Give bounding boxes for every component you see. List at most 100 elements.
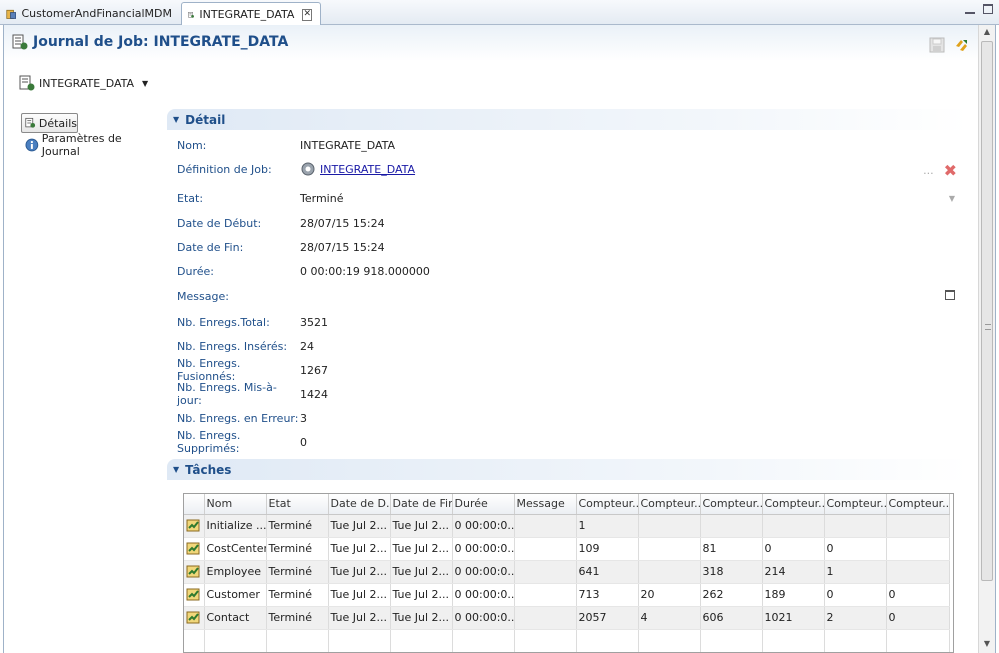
table-cell: 0 — [886, 606, 950, 630]
nav-item-details[interactable]: Détails — [21, 113, 78, 133]
column-header[interactable] — [184, 494, 205, 515]
column-header[interactable]: Date de D... — [328, 494, 391, 515]
table-row[interactable]: Employee Terminé Tue Jul 2... Tue Jul 2... 0… — [184, 560, 950, 584]
close-icon[interactable]: ✕ — [302, 8, 312, 21]
field-duree: Durée: 0 00:00:19 918.000000 — [177, 263, 967, 279]
field-errors: Nb. Enregs. en Erreur: 3 — [177, 410, 967, 426]
scroll-thumb[interactable] — [981, 41, 993, 581]
job-log-icon — [12, 34, 28, 50]
scroll-up-icon[interactable]: ▲ — [981, 27, 993, 39]
table-cell: Tue Jul 2... — [390, 583, 453, 607]
field-value: 28/07/15 15:24 — [300, 240, 385, 254]
scroll-down-icon[interactable]: ▼ — [981, 639, 993, 651]
field-value: 1424 — [300, 387, 328, 401]
vertical-scrollbar[interactable]: ▲ ▼ — [978, 25, 995, 653]
table-cell: 2 — [824, 606, 887, 630]
column-header[interactable]: Compteur... — [638, 494, 701, 515]
field-label: Durée: — [177, 264, 214, 278]
tab-integrate-data[interactable]: INTEGRATE_DATA ✕ — [181, 2, 321, 26]
job-log-editor: Journal de Job: INTEGRATE_DATA INTEGRATE… — [3, 25, 996, 653]
field-merged: Nb. Enregs. Fusionnés: 1267 — [177, 357, 967, 383]
browse-button[interactable]: ... — [923, 164, 934, 177]
field-deleted: Nb. Enregs. Supprimés: 0 — [177, 429, 967, 455]
table-row[interactable]: Initialize ... Terminé Tue Jul 2... Tue Jul… — [184, 514, 950, 538]
table-cell: 189 — [762, 583, 825, 607]
table-cell: Tue Jul 2... — [328, 583, 391, 607]
table-cell — [638, 514, 701, 538]
job-definition-link[interactable]: INTEGRATE_DATA — [320, 163, 415, 176]
table-cell: Tue Jul 2... — [328, 560, 391, 584]
table-cell — [886, 537, 950, 561]
details-icon — [25, 117, 36, 128]
field-value-wrap: INTEGRATE_DATA — [300, 161, 415, 177]
table-cell: 214 — [762, 560, 825, 584]
field-label: Date de Fin: — [177, 240, 244, 254]
column-header[interactable]: Etat — [266, 494, 329, 515]
refresh-icon[interactable] — [953, 37, 969, 53]
chevron-down-icon[interactable]: ▼ — [949, 194, 955, 203]
field-value: 3521 — [300, 315, 328, 329]
table-cell: Tue Jul 2... — [328, 514, 391, 538]
tab-label: INTEGRATE_DATA — [199, 8, 295, 21]
table-cell — [824, 514, 887, 538]
save-icon[interactable] — [929, 37, 945, 53]
nav-item-log-params[interactable]: Paramètres de Journal — [21, 132, 161, 158]
column-header[interactable]: Compteur... — [576, 494, 639, 515]
section-tasks-header[interactable]: ▼ Tâches — [167, 459, 969, 480]
column-header[interactable]: Compteur... — [700, 494, 763, 515]
section-title: Détail — [185, 112, 226, 127]
column-header[interactable]: Nom — [204, 494, 267, 515]
column-header[interactable]: Message — [514, 494, 577, 515]
table-header: Nom Etat Date de D... Date de Fin Durée Messa… — [184, 494, 950, 515]
minimize-icon[interactable] — [965, 4, 975, 14]
column-header[interactable]: Date de Fin — [390, 494, 453, 515]
column-header[interactable]: Durée — [452, 494, 515, 515]
table-row[interactable]: Contact Terminé Tue Jul 2... Tue Jul 2... 0 … — [184, 606, 950, 630]
page-title: Journal de Job: INTEGRATE_DATA — [12, 34, 288, 50]
job-log-icon — [19, 75, 35, 91]
field-label: Nb. Enregs. Supprimés: — [177, 429, 241, 455]
table-cell — [266, 629, 329, 652]
table-cell — [576, 629, 639, 652]
column-header[interactable]: Compteur... — [886, 494, 950, 515]
table-body: Initialize ... Terminé Tue Jul 2... Tue Jul… — [184, 514, 950, 652]
field-etat: Etat: Terminé ▼ — [177, 190, 967, 206]
field-label: Définition de Job: — [177, 162, 272, 176]
table-cell — [886, 514, 950, 538]
table-cell — [638, 629, 701, 652]
delete-icon[interactable]: ✖ — [944, 161, 957, 180]
table-cell: 641 — [576, 560, 639, 584]
table-cell — [824, 629, 887, 652]
table-cell: 262 — [700, 583, 763, 607]
table-cell: Tue Jul 2... — [390, 606, 453, 630]
maximize-icon[interactable] — [983, 4, 993, 14]
table-cell: Terminé — [266, 514, 329, 538]
column-header[interactable]: Compteur... — [762, 494, 825, 515]
editor-header: Journal de Job: INTEGRATE_DATA — [4, 25, 979, 61]
page-title-text: Journal de Job: INTEGRATE_DATA — [33, 34, 289, 50]
table-cell — [886, 629, 950, 652]
task-icon-cell — [184, 583, 205, 607]
tab-customer-financial-mdm[interactable]: CustomerAndFinancialMDM — [0, 2, 180, 25]
table-row[interactable]: CostCenter Terminé Tue Jul 2... Tue Jul 2..… — [184, 537, 950, 561]
field-label: Nb. Enregs. Mis-à-jour: — [177, 381, 277, 407]
expand-message-icon[interactable] — [945, 290, 955, 300]
field-date-fin: Date de Fin: 28/07/15 15:24 — [177, 239, 967, 255]
table-cell — [514, 537, 577, 561]
table-cell: 0 — [762, 537, 825, 561]
section-detail-header[interactable]: ▼ Détail — [167, 109, 969, 130]
field-value: 1267 — [300, 363, 328, 377]
table-cell: 318 — [700, 560, 763, 584]
table-cell: 0 00:00:0... — [452, 606, 515, 630]
job-def-actions: ... ✖ — [923, 161, 957, 180]
table-cell: Tue Jul 2... — [328, 606, 391, 630]
table-cell — [514, 606, 577, 630]
job-selector-dropdown[interactable]: INTEGRATE_DATA ▼ — [19, 75, 148, 91]
table-cell: Employee — [204, 560, 267, 584]
field-label: Nb. Enregs. Insérés: — [177, 339, 288, 353]
task-icon — [186, 588, 200, 600]
table-cell: 1 — [576, 514, 639, 538]
field-label: Nb. Enregs. Fusionnés: — [177, 357, 241, 383]
table-row[interactable]: Customer Terminé Tue Jul 2... Tue Jul 2... 0… — [184, 583, 950, 607]
column-header[interactable]: Compteur... — [824, 494, 887, 515]
